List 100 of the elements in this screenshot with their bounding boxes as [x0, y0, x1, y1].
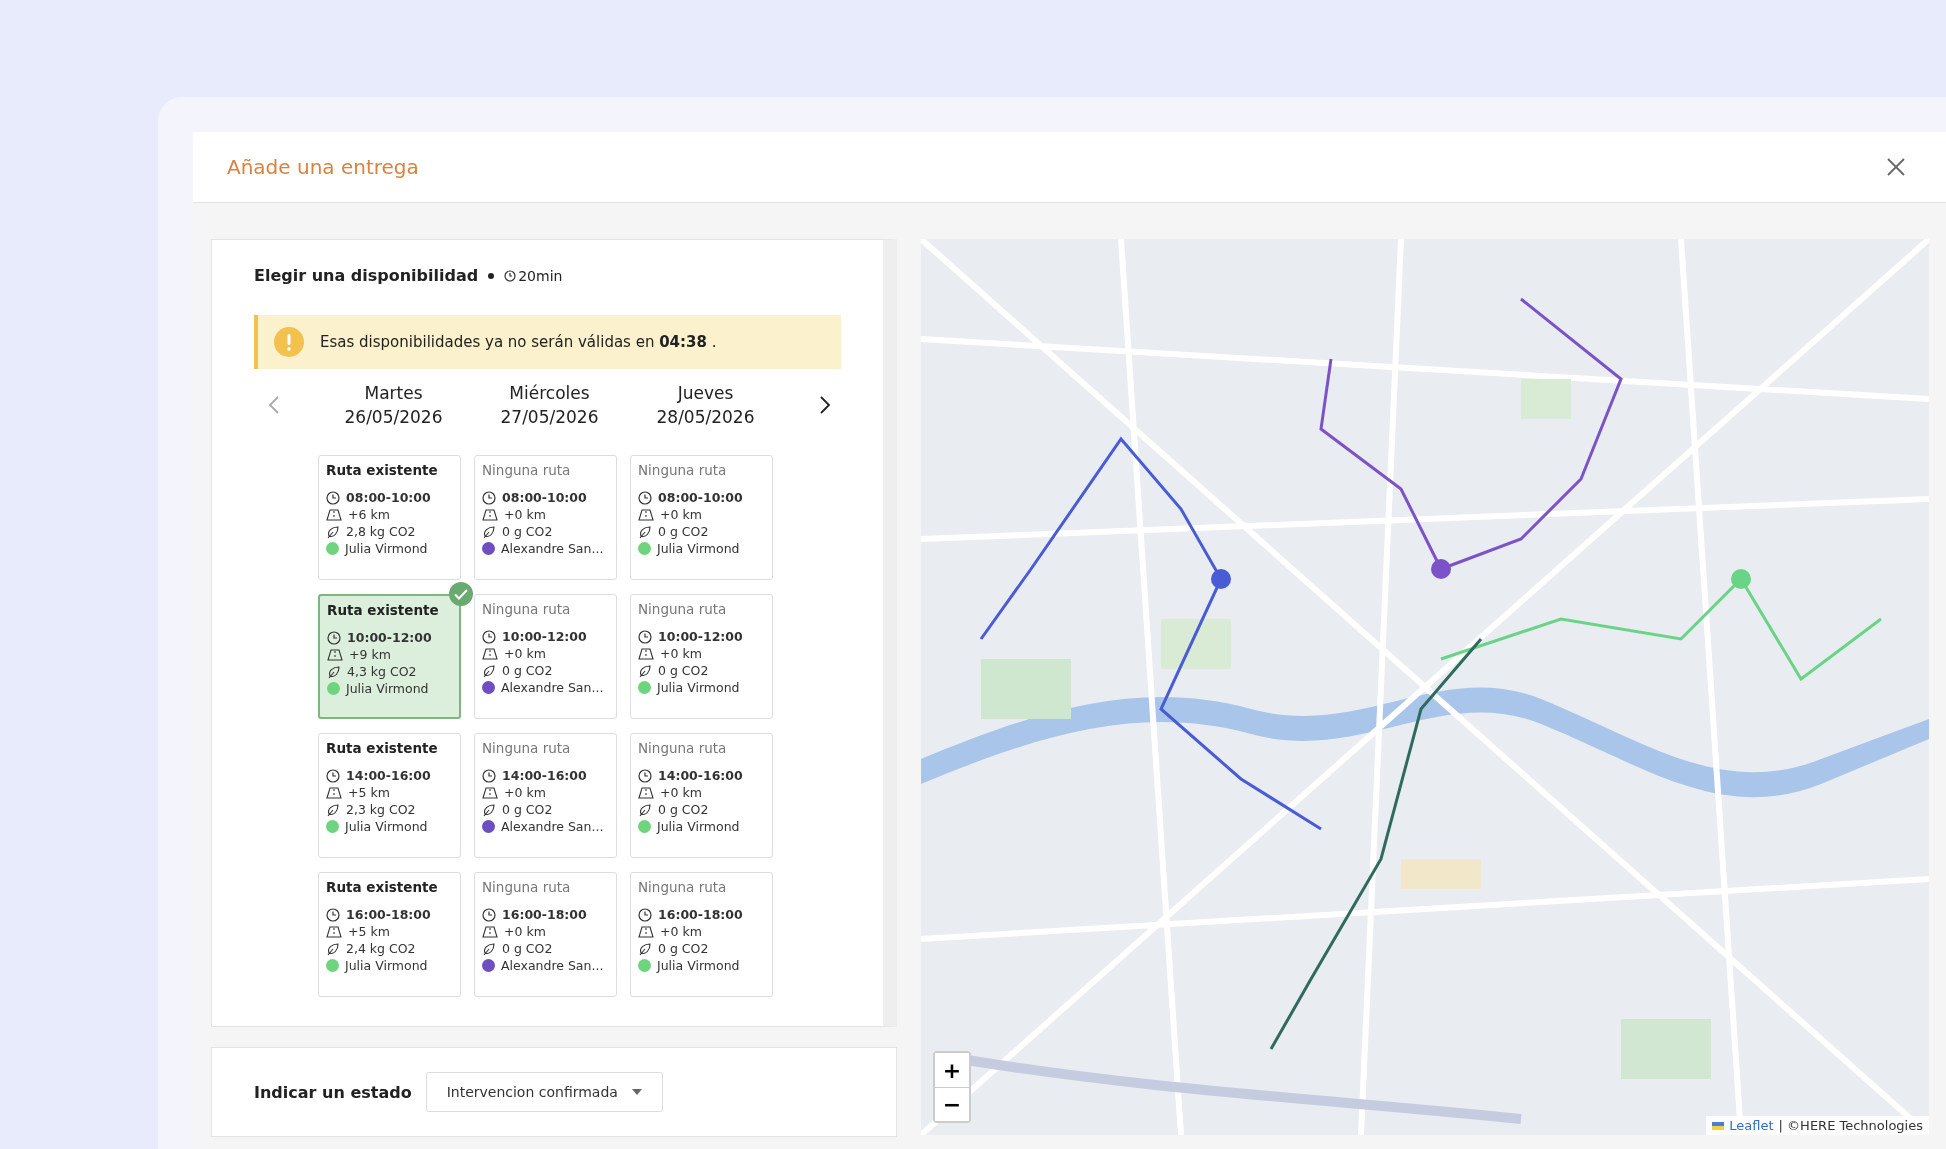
driver-name: Julia Virmond: [345, 819, 428, 834]
slot-time: 10:00-12:00: [347, 630, 432, 645]
zoom-out-button[interactable]: −: [935, 1087, 969, 1121]
driver-name: Alexandre San...: [501, 680, 604, 695]
slot-co2: 2,4 kg CO2: [346, 941, 416, 956]
clock-icon: [326, 768, 340, 783]
leaf-icon: [482, 802, 496, 817]
slot-time: 16:00-18:00: [346, 907, 431, 922]
clock-icon: [638, 629, 652, 644]
attribution-text: | ©HERE Technologies: [1778, 1118, 1923, 1133]
slot-co2: 0 g CO2: [502, 663, 553, 678]
slot-co2: 0 g CO2: [502, 524, 553, 539]
slot-distance: +0 km: [660, 507, 702, 522]
section-title: Elegir una disponibilidad: [254, 266, 479, 285]
leaf-icon: [326, 524, 340, 539]
slot-card[interactable]: Ruta existente 08:00-10:00 +6 km 2,8 kg CO2 Julia Virmond: [318, 455, 461, 580]
slot-time: 10:00-12:00: [502, 629, 587, 644]
road-icon: [326, 508, 342, 521]
slot-card[interactable]: Ninguna ruta 14:00-16:00 +0 km 0 g CO2 Julia Virmond: [630, 733, 773, 858]
slot-card[interactable]: Ruta existente 16:00-18:00 +5 km 2,4 kg CO2 Julia Virmond: [318, 872, 461, 997]
slot-title: Ninguna ruta: [482, 879, 572, 895]
clock-icon: [482, 490, 496, 505]
slot-card[interactable]: Ninguna ruta 16:00-18:00 +0 km 0 g CO2 Julia Virmond: [630, 872, 773, 997]
clock-icon: [482, 768, 496, 783]
slot-distance: +0 km: [660, 646, 702, 661]
slot-card[interactable]: Ninguna ruta 08:00-10:00 +0 km 0 g CO2 Julia Virmond: [630, 455, 773, 580]
driver-name: Alexandre San...: [501, 541, 604, 556]
slot-distance: +5 km: [348, 924, 390, 939]
check-icon: [449, 582, 473, 606]
driver-name: Julia Virmond: [657, 541, 740, 556]
clock-icon: [327, 630, 341, 645]
slot-title: Ruta existente: [327, 602, 440, 618]
road-icon: [482, 786, 498, 799]
road-icon: [638, 925, 654, 938]
leaf-icon: [638, 802, 652, 817]
driver-name: Julia Virmond: [657, 958, 740, 973]
slot-card[interactable]: Ninguna ruta 08:00-10:00 +0 km 0 g CO2 Alexandre San...: [474, 455, 617, 580]
road-icon: [638, 508, 654, 521]
slot-co2: 4,3 kg CO2: [347, 664, 417, 679]
slot-co2: 2,3 kg CO2: [346, 802, 416, 817]
slot-co2: 0 g CO2: [502, 802, 553, 817]
slot-title: Ninguna ruta: [638, 879, 728, 895]
slot-title: Ruta existente: [326, 879, 439, 895]
clock-icon: [638, 768, 652, 783]
leaf-icon: [638, 663, 652, 678]
slot-time: 08:00-10:00: [658, 490, 743, 505]
slot-distance: +0 km: [660, 785, 702, 800]
clock-icon: [326, 490, 340, 505]
road-icon: [326, 925, 342, 938]
slot-time: 16:00-18:00: [658, 907, 743, 922]
close-icon[interactable]: [1886, 157, 1906, 177]
clock-icon: [482, 629, 496, 644]
slot-co2: 0 g CO2: [502, 941, 553, 956]
driver-name: Alexandre San...: [501, 819, 604, 834]
leaflet-link[interactable]: Leaflet: [1729, 1118, 1774, 1133]
road-icon: [638, 786, 654, 799]
slot-distance: +9 km: [349, 647, 391, 662]
leaf-icon: [482, 524, 496, 539]
driver-name: Alexandre San...: [501, 958, 604, 973]
day-date: 28/05/2026: [656, 407, 755, 427]
slot-card[interactable]: Ninguna ruta 16:00-18:00 +0 km 0 g CO2 Alexandre San...: [474, 872, 617, 997]
caret-icon: [631, 1089, 642, 1095]
road-icon: [482, 647, 498, 660]
slot-title: Ninguna ruta: [638, 740, 728, 756]
slot-card[interactable]: Ninguna ruta 10:00-12:00 +0 km 0 g CO2 Julia Virmond: [630, 594, 773, 719]
slot-distance: +0 km: [504, 924, 546, 939]
clock-icon: [326, 907, 340, 922]
day-date: 26/05/2026: [344, 407, 443, 427]
slot-card[interactable]: Ruta existente 14:00-16:00 +5 km 2,3 kg CO2 Julia Virmond: [318, 733, 461, 858]
clock-icon: [638, 907, 652, 922]
day-date: 27/05/2026: [500, 407, 599, 427]
slot-time: 14:00-16:00: [346, 768, 431, 783]
slot-distance: +0 km: [504, 507, 546, 522]
leaf-icon: [638, 524, 652, 539]
road-icon: [638, 647, 654, 660]
slot-card[interactable]: Ninguna ruta 10:00-12:00 +0 km 0 g CO2 Alexandre San...: [474, 594, 617, 719]
road-icon: [482, 925, 498, 938]
road-icon: [482, 508, 498, 521]
slot-time: 08:00-10:00: [346, 490, 431, 505]
leaf-icon: [638, 941, 652, 956]
slot-time: 14:00-16:00: [502, 768, 587, 783]
slot-title: Ninguna ruta: [482, 462, 572, 478]
slot-distance: +0 km: [660, 924, 702, 939]
driver-name: Julia Virmond: [346, 681, 429, 696]
slot-title: Ninguna ruta: [638, 462, 728, 478]
day-name: Martes: [364, 383, 423, 403]
driver-name: Julia Virmond: [657, 819, 740, 834]
flag-icon: [1712, 1121, 1725, 1130]
leaf-icon: [482, 941, 496, 956]
slot-time: 08:00-10:00: [502, 490, 587, 505]
slot-card[interactable]: Ruta existente 10:00-12:00 +9 km 4,3 kg CO2 Julia Virmond: [318, 594, 461, 719]
duration-label: 20min: [518, 267, 563, 284]
driver-name: Julia Virmond: [345, 541, 428, 556]
driver-name: Julia Virmond: [657, 680, 740, 695]
slot-card[interactable]: Ninguna ruta 14:00-16:00 +0 km 0 g CO2 Alexandre San...: [474, 733, 617, 858]
slot-time: 16:00-18:00: [502, 907, 587, 922]
status-dropdown[interactable]: Intervencion confirmada: [425, 1072, 663, 1112]
day-name: Jueves: [677, 383, 734, 403]
clock-icon: [504, 269, 517, 282]
leaf-icon: [482, 663, 496, 678]
